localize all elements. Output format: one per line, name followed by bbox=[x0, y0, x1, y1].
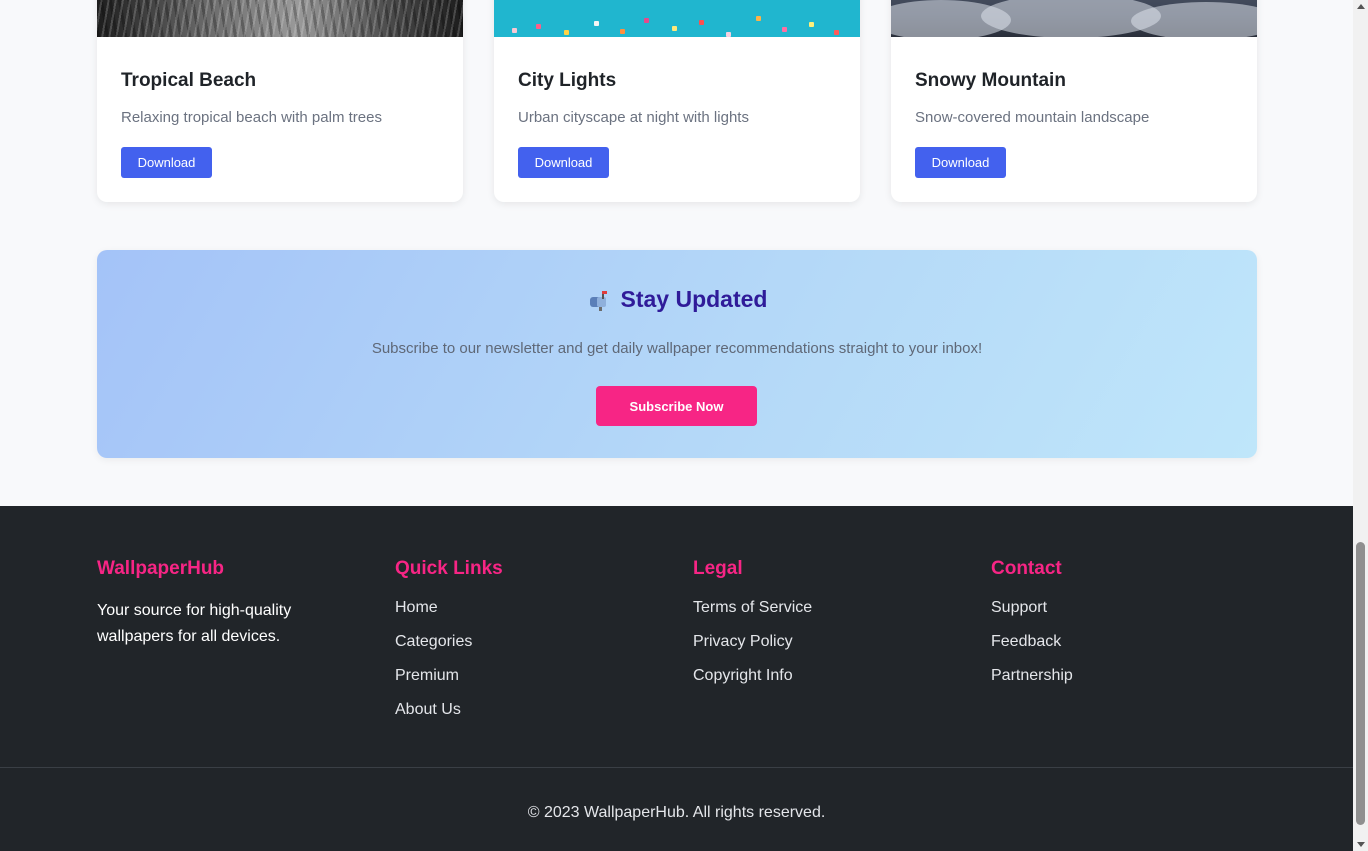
footer-link-premium[interactable]: Premium bbox=[395, 665, 655, 699]
footer-copyright: © 2023 WallpaperHub. All rights reserved… bbox=[527, 804, 826, 821]
footer-brand-column: WallpaperHub Your source for high-qualit… bbox=[97, 558, 357, 650]
footer-contact-title: Contact bbox=[991, 558, 1062, 579]
download-button[interactable]: Download bbox=[915, 147, 1006, 178]
footer: WallpaperHub Your source for high-qualit… bbox=[0, 506, 1353, 851]
footer-link-copyright[interactable]: Copyright Info bbox=[693, 665, 953, 699]
scroll-up-arrow-icon[interactable] bbox=[1357, 4, 1365, 9]
footer-link-support[interactable]: Support bbox=[991, 597, 1251, 631]
page-scrollbar[interactable] bbox=[1353, 0, 1368, 851]
subscribe-button[interactable]: Subscribe Now bbox=[596, 386, 757, 426]
footer-link-home[interactable]: Home bbox=[395, 597, 655, 631]
download-button[interactable]: Download bbox=[121, 147, 212, 178]
footer-divider bbox=[0, 767, 1353, 768]
page: Tropical Beach Relaxing tropical beach w… bbox=[0, 0, 1353, 851]
newsletter-text: Subscribe to our newsletter and get dail… bbox=[371, 340, 983, 357]
newsletter-section: Stay Updated Subscribe to our newsletter… bbox=[97, 250, 1257, 458]
wallpaper-thumbnail[interactable] bbox=[97, 0, 463, 37]
card-description: Snow-covered mountain landscape bbox=[915, 109, 1150, 126]
newsletter-title: Stay Updated bbox=[620, 286, 768, 312]
footer-link-categories[interactable]: Categories bbox=[395, 631, 655, 665]
footer-link-feedback[interactable]: Feedback bbox=[991, 631, 1251, 665]
footer-link-about-us[interactable]: About Us bbox=[395, 699, 655, 733]
footer-link-terms[interactable]: Terms of Service bbox=[693, 597, 953, 631]
mailbox-icon bbox=[587, 288, 611, 312]
footer-quick-links-column: Quick Links Home Categories Premium Abou… bbox=[395, 558, 655, 733]
scrollbar-thumb[interactable] bbox=[1356, 542, 1365, 825]
footer-link-partnership[interactable]: Partnership bbox=[991, 665, 1251, 699]
card-title: Snowy Mountain bbox=[915, 70, 1066, 91]
wallpaper-card: Snowy Mountain Snow-covered mountain lan… bbox=[891, 0, 1257, 202]
wallpaper-thumbnail[interactable] bbox=[891, 0, 1257, 37]
download-button[interactable]: Download bbox=[518, 147, 609, 178]
wallpaper-card: Tropical Beach Relaxing tropical beach w… bbox=[97, 0, 463, 202]
wallpaper-thumbnail[interactable] bbox=[494, 0, 860, 37]
card-description: Urban cityscape at night with lights bbox=[518, 109, 749, 126]
card-title: City Lights bbox=[518, 70, 617, 91]
footer-legal-title: Legal bbox=[693, 558, 743, 579]
newsletter-heading: Stay Updated bbox=[97, 286, 1257, 313]
card-title: Tropical Beach bbox=[121, 70, 257, 91]
wallpaper-card: City Lights Urban cityscape at night wit… bbox=[494, 0, 860, 202]
footer-brand-text: Your source for high-quality wallpapers … bbox=[97, 602, 292, 645]
footer-brand-title: WallpaperHub bbox=[97, 558, 225, 579]
footer-contact-column: Contact Support Feedback Partnership bbox=[991, 558, 1251, 699]
footer-link-privacy[interactable]: Privacy Policy bbox=[693, 631, 953, 665]
card-description: Relaxing tropical beach with palm trees bbox=[121, 109, 382, 126]
footer-legal-column: Legal Terms of Service Privacy Policy Co… bbox=[693, 558, 953, 699]
scroll-down-arrow-icon[interactable] bbox=[1357, 842, 1365, 847]
footer-quick-links-title: Quick Links bbox=[395, 558, 503, 579]
